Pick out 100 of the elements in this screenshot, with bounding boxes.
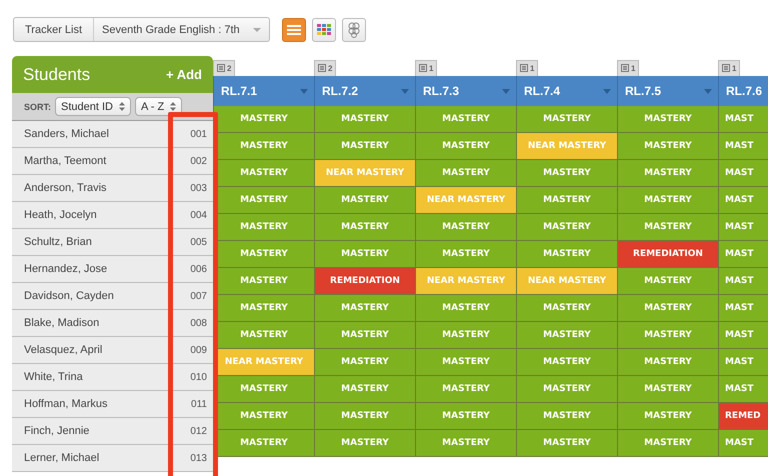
mastery-cell[interactable]: NEAR MASTERY (415, 268, 516, 295)
mastery-cell[interactable]: MAST (718, 430, 768, 457)
mastery-cell[interactable]: MASTERY (617, 106, 718, 133)
mastery-cell[interactable]: MASTERY (415, 214, 516, 241)
note-count-badge[interactable]: 2 (314, 60, 336, 76)
mastery-cell[interactable]: MAST (718, 349, 768, 376)
mastery-cell[interactable]: MASTERY (516, 106, 617, 133)
mastery-cell[interactable]: MASTERY (314, 133, 415, 160)
mastery-cell[interactable]: MAST (718, 295, 768, 322)
dropdown-caret-icon[interactable] (603, 88, 611, 94)
note-count-badge[interactable]: 1 (718, 60, 740, 76)
mastery-cell[interactable]: MASTERY (516, 187, 617, 214)
mastery-cell[interactable]: MASTERY (314, 430, 415, 457)
class-select[interactable]: Seventh Grade English : 7th (93, 18, 270, 41)
tracker-list-button[interactable]: Tracker List (14, 18, 94, 41)
student-id: 011 (190, 398, 208, 412)
mastery-cell[interactable]: MASTERY (617, 268, 718, 295)
student-name[interactable]: Velasquez, April (12, 337, 173, 363)
cluster-view-button[interactable] (342, 18, 366, 42)
student-name[interactable]: White, Trina (12, 364, 173, 390)
note-count-badge[interactable]: 1 (415, 60, 438, 76)
mastery-cell[interactable]: MASTERY (516, 376, 617, 403)
student-id: 002 (189, 154, 208, 168)
note-count-badge[interactable]: 1 (516, 60, 538, 76)
mastery-cell[interactable]: MAST (718, 241, 768, 268)
student-name[interactable]: Lerner, Michael (12, 445, 173, 471)
mastery-cell[interactable]: MASTERY (415, 160, 516, 187)
sort-order-select[interactable]: A - Z (134, 97, 182, 116)
dropdown-caret-icon[interactable] (300, 88, 308, 94)
student-name[interactable]: Hoffman, Markus (12, 391, 173, 417)
mastery-cell[interactable]: MASTERY (314, 187, 415, 214)
mastery-cell[interactable]: MASTERY (617, 160, 718, 187)
mastery-cell[interactable]: MASTERY (415, 349, 516, 376)
sort-field-select[interactable]: Student ID (55, 97, 131, 116)
mastery-cell[interactable]: MASTERY (415, 430, 516, 457)
mastery-cell[interactable]: MASTERY (617, 214, 718, 241)
mastery-cell[interactable]: MASTERY (617, 403, 718, 430)
mastery-cell[interactable]: MASTERY (516, 295, 617, 322)
mastery-cell[interactable]: MASTERY (617, 295, 718, 322)
mastery-cell[interactable]: MAST (718, 160, 768, 187)
mastery-cell[interactable]: MASTERY (516, 214, 617, 241)
mastery-cell[interactable]: MASTERY (415, 295, 516, 322)
mastery-cell[interactable]: NEAR MASTERY (516, 133, 617, 160)
mastery-cell[interactable]: MASTERY (314, 376, 415, 403)
dropdown-caret-icon[interactable] (704, 88, 712, 94)
mastery-cell[interactable]: MAST (718, 106, 768, 133)
mastery-cell[interactable]: MASTERY (617, 133, 718, 160)
student-name[interactable]: Sanders, Michael (12, 121, 173, 147)
mastery-cell[interactable]: NEAR MASTERY (415, 187, 516, 214)
mastery-cell[interactable]: MASTERY (314, 295, 415, 322)
mastery-cell[interactable]: MASTERY (415, 403, 516, 430)
mastery-cell[interactable]: MASTERY (516, 430, 617, 457)
mastery-cell[interactable]: MASTERY (617, 376, 718, 403)
student-name[interactable]: Martha, Teemont (12, 148, 173, 174)
mastery-cell[interactable]: MASTERY (314, 403, 415, 430)
mastery-cell[interactable]: MASTERY (516, 403, 617, 430)
student-name[interactable]: Davidson, Cayden (12, 283, 173, 309)
student-name[interactable]: Finch, Jennie (12, 418, 173, 444)
mastery-cell[interactable]: MAST (718, 322, 768, 349)
mastery-cell[interactable]: NEAR MASTERY (314, 160, 415, 187)
list-view-button[interactable] (282, 18, 306, 42)
mastery-cell[interactable]: REMEDIATION (617, 241, 718, 268)
mastery-cell[interactable]: MASTERY (314, 322, 415, 349)
student-name[interactable]: Anderson, Travis (12, 175, 173, 201)
mastery-cell[interactable]: MASTERY (516, 241, 617, 268)
mastery-cell[interactable]: MASTERY (617, 430, 718, 457)
note-count-badge[interactable]: 2 (213, 60, 236, 76)
dropdown-caret-icon[interactable] (401, 88, 409, 94)
mastery-cell[interactable]: MAST (718, 268, 768, 295)
mastery-cell[interactable]: REMED (718, 403, 768, 430)
mastery-cell[interactable]: MASTERY (314, 349, 415, 376)
mastery-cell[interactable]: MAST (718, 133, 768, 160)
mastery-cell[interactable]: MASTERY (415, 106, 516, 133)
mastery-cell[interactable]: MASTERY (617, 322, 718, 349)
mastery-cell[interactable]: MAST (718, 187, 768, 214)
student-name[interactable]: Hernandez, Jose (12, 256, 173, 282)
mastery-cell[interactable]: MASTERY (415, 322, 516, 349)
mastery-cell[interactable]: REMEDIATION (314, 268, 415, 295)
student-name[interactable]: Heath, Jocelyn (12, 202, 173, 228)
mastery-cell[interactable]: MASTERY (314, 106, 415, 133)
mastery-cell[interactable]: MASTERY (516, 349, 617, 376)
mastery-cell[interactable]: MASTERY (516, 160, 617, 187)
mastery-cell[interactable]: MASTERY (415, 133, 516, 160)
mastery-cell[interactable]: MASTERY (617, 349, 718, 376)
mastery-cell[interactable]: MASTERY (415, 241, 516, 268)
mastery-cell[interactable]: MAST (718, 214, 768, 241)
mastery-cell[interactable]: MASTERY (617, 187, 718, 214)
dropdown-caret-icon[interactable] (502, 88, 510, 94)
add-student-link[interactable]: + Add (166, 67, 202, 82)
mastery-cell[interactable]: MASTERY (314, 214, 415, 241)
mastery-cell[interactable]: NEAR MASTERY (516, 268, 617, 295)
mastery-cell[interactable]: MAST (718, 376, 768, 403)
note-count-badge[interactable]: 1 (617, 60, 640, 76)
mastery-cell[interactable]: MASTERY (516, 322, 617, 349)
mastery-cell[interactable]: MASTERY (213, 106, 314, 133)
grid-view-button[interactable] (312, 18, 336, 42)
student-name[interactable]: Schultz, Brian (12, 229, 173, 255)
student-name[interactable]: Blake, Madison (12, 310, 173, 336)
mastery-cell[interactable]: MASTERY (314, 241, 415, 268)
mastery-cell[interactable]: MASTERY (415, 376, 516, 403)
